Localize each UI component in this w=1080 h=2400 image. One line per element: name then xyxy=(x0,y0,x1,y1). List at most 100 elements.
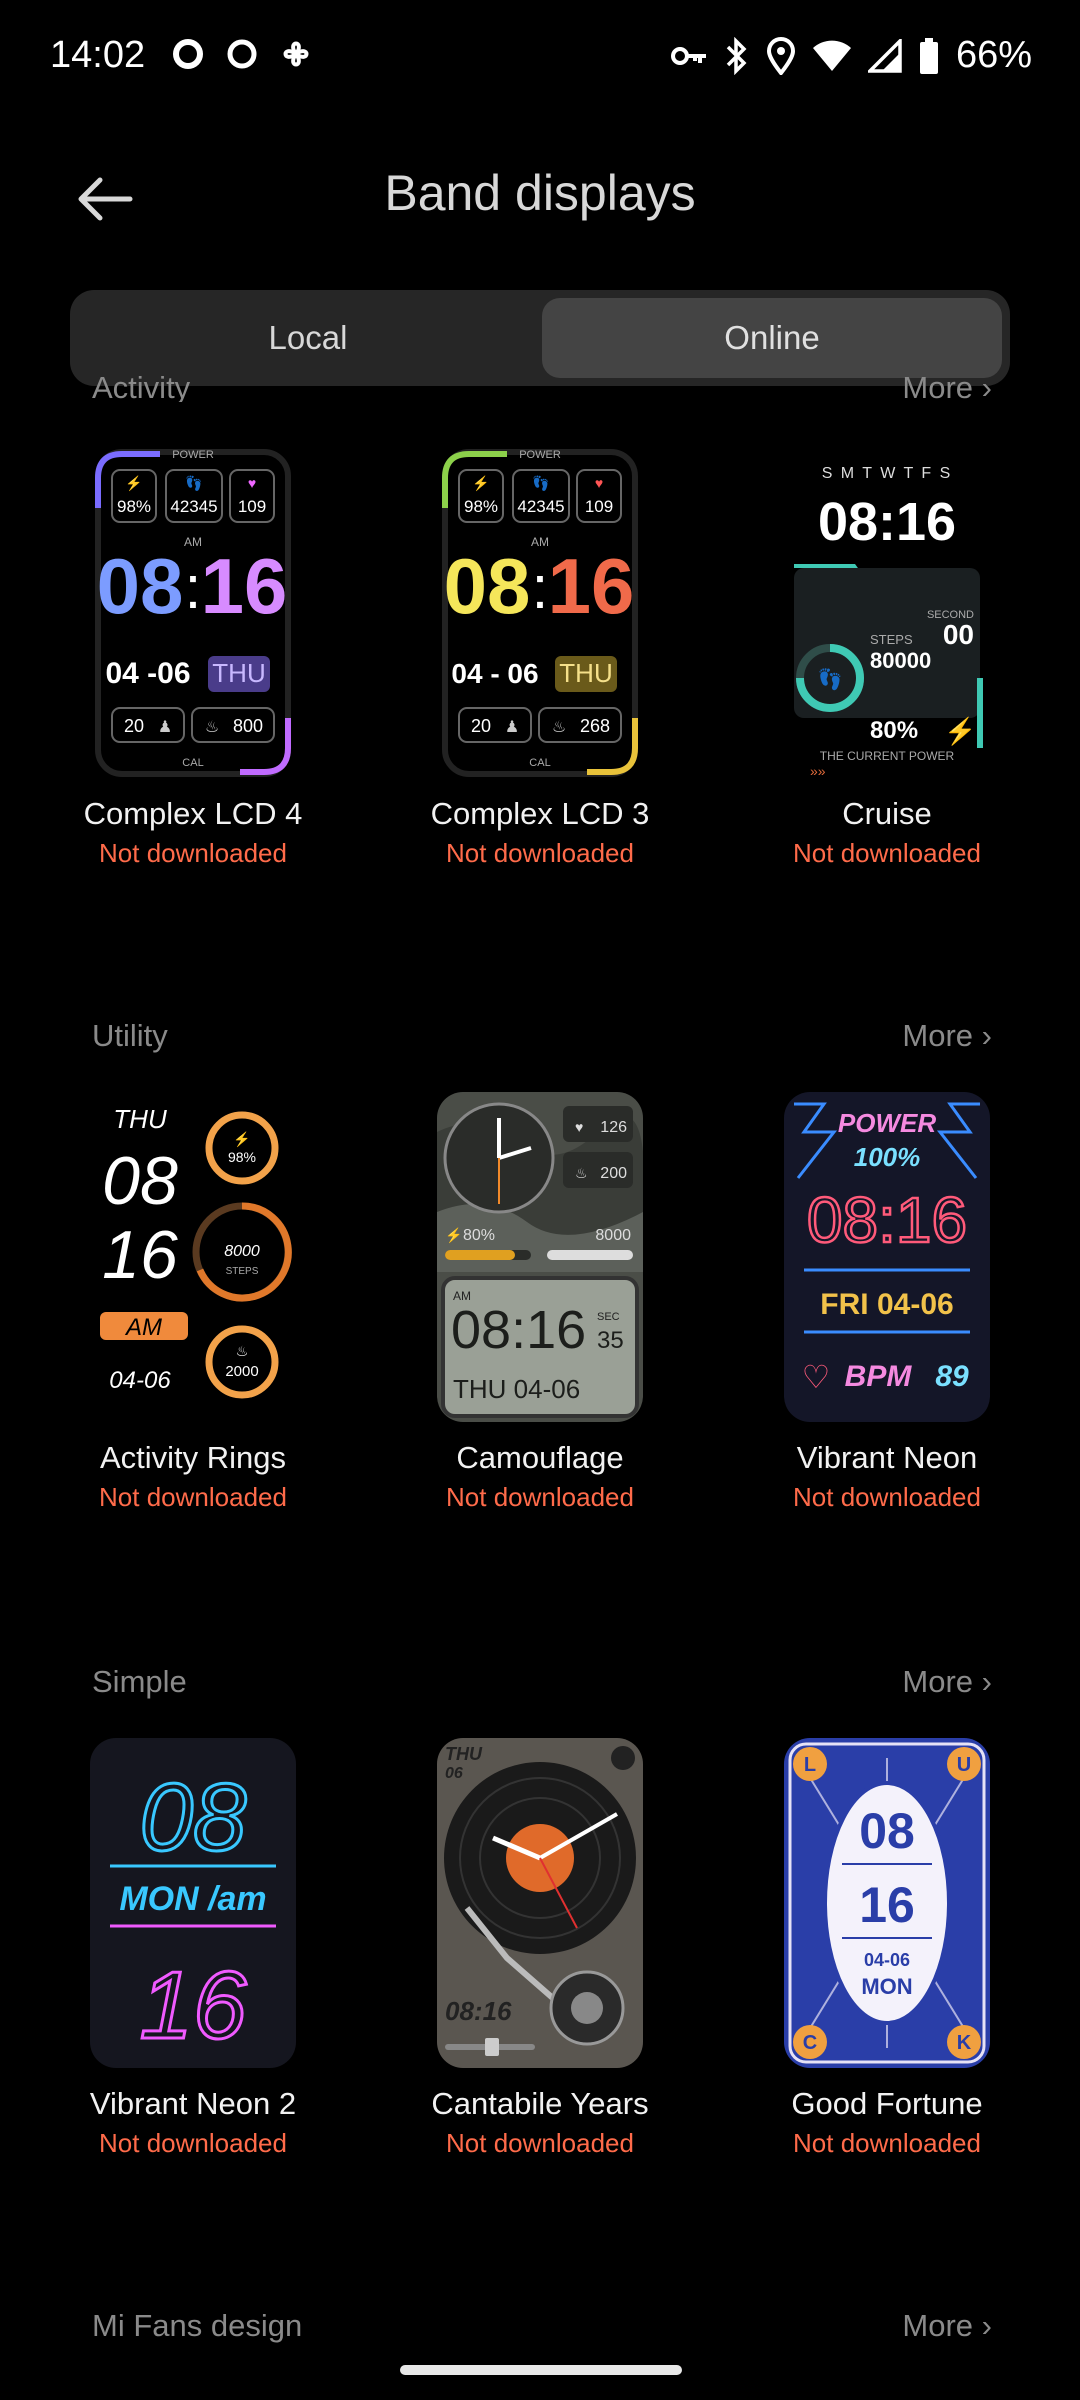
svg-text:8000: 8000 xyxy=(224,1243,260,1260)
svg-text:👣: 👣 xyxy=(818,667,843,691)
face-card[interactable]: THU 06 08:16 Cantabile Years Not downloa… xyxy=(390,1738,690,2159)
face-name: Cruise xyxy=(842,796,932,831)
svg-text:THE CURRENT POWER: THE CURRENT POWER xyxy=(820,749,955,763)
svg-text:00: 00 xyxy=(943,619,974,650)
svg-text:♟: ♟ xyxy=(505,719,519,736)
svg-text::: : xyxy=(185,554,202,621)
section-title: Activity xyxy=(92,372,191,402)
svg-text:STEPS: STEPS xyxy=(226,1266,259,1277)
svg-text:20: 20 xyxy=(471,716,491,736)
svg-text:8000: 8000 xyxy=(595,1227,631,1244)
more-link[interactable]: More › xyxy=(902,1018,992,1054)
face-card[interactable]: 08 16 04-06 MON L U C K Good Fortune Not… xyxy=(737,1738,1037,2159)
chevron-right-icon: › xyxy=(981,2308,992,2343)
more-link[interactable]: More › xyxy=(902,372,992,402)
svg-text:⚡: ⚡ xyxy=(472,475,489,492)
download-status: Not downloaded xyxy=(793,838,981,868)
tab-online[interactable]: Online xyxy=(542,298,1002,378)
complex-lcd-4-preview: POWER ⚡ 👣 ♥ 98% 42345 109 AM 08 : 16 04 … xyxy=(90,448,296,778)
svg-text:THU 04-06: THU 04-06 xyxy=(453,1374,580,1404)
face-name: Camouflage xyxy=(456,1440,624,1475)
more-link[interactable]: More › xyxy=(902,2308,992,2344)
section-title: Utility xyxy=(92,1018,168,1053)
svg-text:👣: 👣 xyxy=(532,474,549,492)
svg-text:SEC: SEC xyxy=(597,1311,620,1323)
download-status: Not downloaded xyxy=(793,2128,981,2158)
face-card[interactable]: THU 08 16 AM 04-06 ⚡ 98% 8000 STEPS ♨ 20… xyxy=(43,1092,343,1513)
svg-text:200: 200 xyxy=(600,1165,627,1182)
app-bar: Band displays xyxy=(0,140,1080,260)
svg-text:42345: 42345 xyxy=(170,497,217,516)
face-card[interactable]: S M T W T F S 08:16 SECOND 00 👣 STEPS 80… xyxy=(737,448,1037,869)
svg-text:👣: 👣 xyxy=(185,474,202,492)
more-link[interactable]: More › xyxy=(902,1664,992,1700)
svg-text:16: 16 xyxy=(548,542,635,630)
svg-text:♡: ♡ xyxy=(802,1359,831,1395)
svg-text:126: 126 xyxy=(600,1119,627,1136)
svg-text:04-06: 04-06 xyxy=(864,1950,910,1970)
svg-text:MON: MON xyxy=(861,1974,912,1999)
download-status: Not downloaded xyxy=(446,838,634,868)
svg-text:♨: ♨ xyxy=(205,719,219,736)
svg-text:16: 16 xyxy=(102,1217,178,1293)
face-thumbnail: POWER ⚡ 👣 ♥ 98% 42345 109 AM 08 : 16 04 … xyxy=(90,448,296,778)
svg-text:80000: 80000 xyxy=(870,648,931,673)
svg-text:16: 16 xyxy=(140,1952,247,2059)
svg-text:08:16: 08:16 xyxy=(807,1184,967,1256)
svg-text:♥: ♥ xyxy=(248,475,256,491)
svg-text:♥: ♥ xyxy=(595,475,603,491)
download-status: Not downloaded xyxy=(446,1482,634,1512)
page-title: Band displays xyxy=(384,165,696,221)
svg-text:98%: 98% xyxy=(117,497,151,516)
face-card[interactable]: POWER ⚡ 👣 ♥ 98% 42345 109 AM 08 : 16 04 … xyxy=(43,448,343,869)
home-indicator[interactable] xyxy=(400,2365,682,2375)
svg-text:20: 20 xyxy=(124,716,144,736)
svg-text:♨: ♨ xyxy=(236,1343,249,1359)
svg-text:C: C xyxy=(803,2032,817,2054)
cruise-preview: S M T W T F S 08:16 SECOND 00 👣 STEPS 80… xyxy=(784,448,990,778)
download-status: Not downloaded xyxy=(99,838,287,868)
svg-text:THU: THU xyxy=(212,658,265,688)
tab-local[interactable]: Local xyxy=(78,298,538,378)
svg-text::: : xyxy=(532,554,549,621)
download-status: Not downloaded xyxy=(793,1482,981,1512)
svg-text:98%: 98% xyxy=(464,497,498,516)
battery-percentage: 66% xyxy=(955,34,1032,76)
svg-text:80%: 80% xyxy=(463,1227,495,1244)
face-card[interactable]: POWER ⚡ 👣 ♥ 98% 42345 109 AM 08 : 16 04 … xyxy=(390,448,690,869)
svg-text:THU: THU xyxy=(559,658,612,688)
svg-text:AM: AM xyxy=(124,1314,162,1341)
svg-text:98%: 98% xyxy=(228,1149,256,1165)
download-status: Not downloaded xyxy=(99,2128,287,2158)
svg-text:FRI 04-06: FRI 04-06 xyxy=(820,1288,953,1321)
svg-text:109: 109 xyxy=(238,497,266,516)
section-title: Simple xyxy=(92,1664,187,1699)
svg-text:08:16: 08:16 xyxy=(451,1300,586,1360)
location-icon xyxy=(766,36,795,75)
svg-text:08: 08 xyxy=(97,542,184,630)
face-card[interactable]: 08 MON /am 16 Vibrant Neon 2 Not downloa… xyxy=(43,1738,343,2159)
face-card[interactable]: POWER 100% 08:16 FRI 04-06 ♡ BPM 89 Vibr… xyxy=(737,1092,1037,1513)
activity-rings-preview: THU 08 16 AM 04-06 ⚡ 98% 8000 STEPS ♨ 20… xyxy=(90,1092,296,1422)
face-thumbnail: THU 06 08:16 xyxy=(437,1738,643,2068)
svg-text:35: 35 xyxy=(597,1327,624,1354)
status-time: 14:02 xyxy=(50,34,146,76)
section-header-mi-fans-design: Mi Fans design More › xyxy=(92,2308,992,2344)
status-bar: 14:02 66% xyxy=(0,0,1080,120)
svg-text:L: L xyxy=(804,1754,816,1776)
svg-text:STEPS: STEPS xyxy=(870,632,913,647)
face-card[interactable]: ♥ 126 ♨ 200 ⚡ 80% 8000 AM 08:16 SEC 35 T… xyxy=(390,1092,690,1513)
svg-text:⚡: ⚡ xyxy=(445,1227,462,1244)
face-thumbnail: POWER 100% 08:16 FRI 04-06 ♡ BPM 89 xyxy=(784,1092,990,1422)
svg-text:♥: ♥ xyxy=(575,1119,583,1135)
svg-text:04 -06: 04 -06 xyxy=(105,657,190,690)
messenger-icon xyxy=(173,39,203,69)
svg-text:POWER: POWER xyxy=(519,449,561,461)
fan-icon xyxy=(283,41,309,67)
face-name: Cantabile Years xyxy=(431,2086,649,2121)
svg-text:04-06: 04-06 xyxy=(109,1367,171,1394)
cantabile-years-preview: THU 06 08:16 xyxy=(437,1738,643,2068)
section-header-activity: Activity More › xyxy=(92,372,992,402)
bluetooth-icon xyxy=(726,36,747,75)
svg-text:80%: 80% xyxy=(870,717,918,744)
